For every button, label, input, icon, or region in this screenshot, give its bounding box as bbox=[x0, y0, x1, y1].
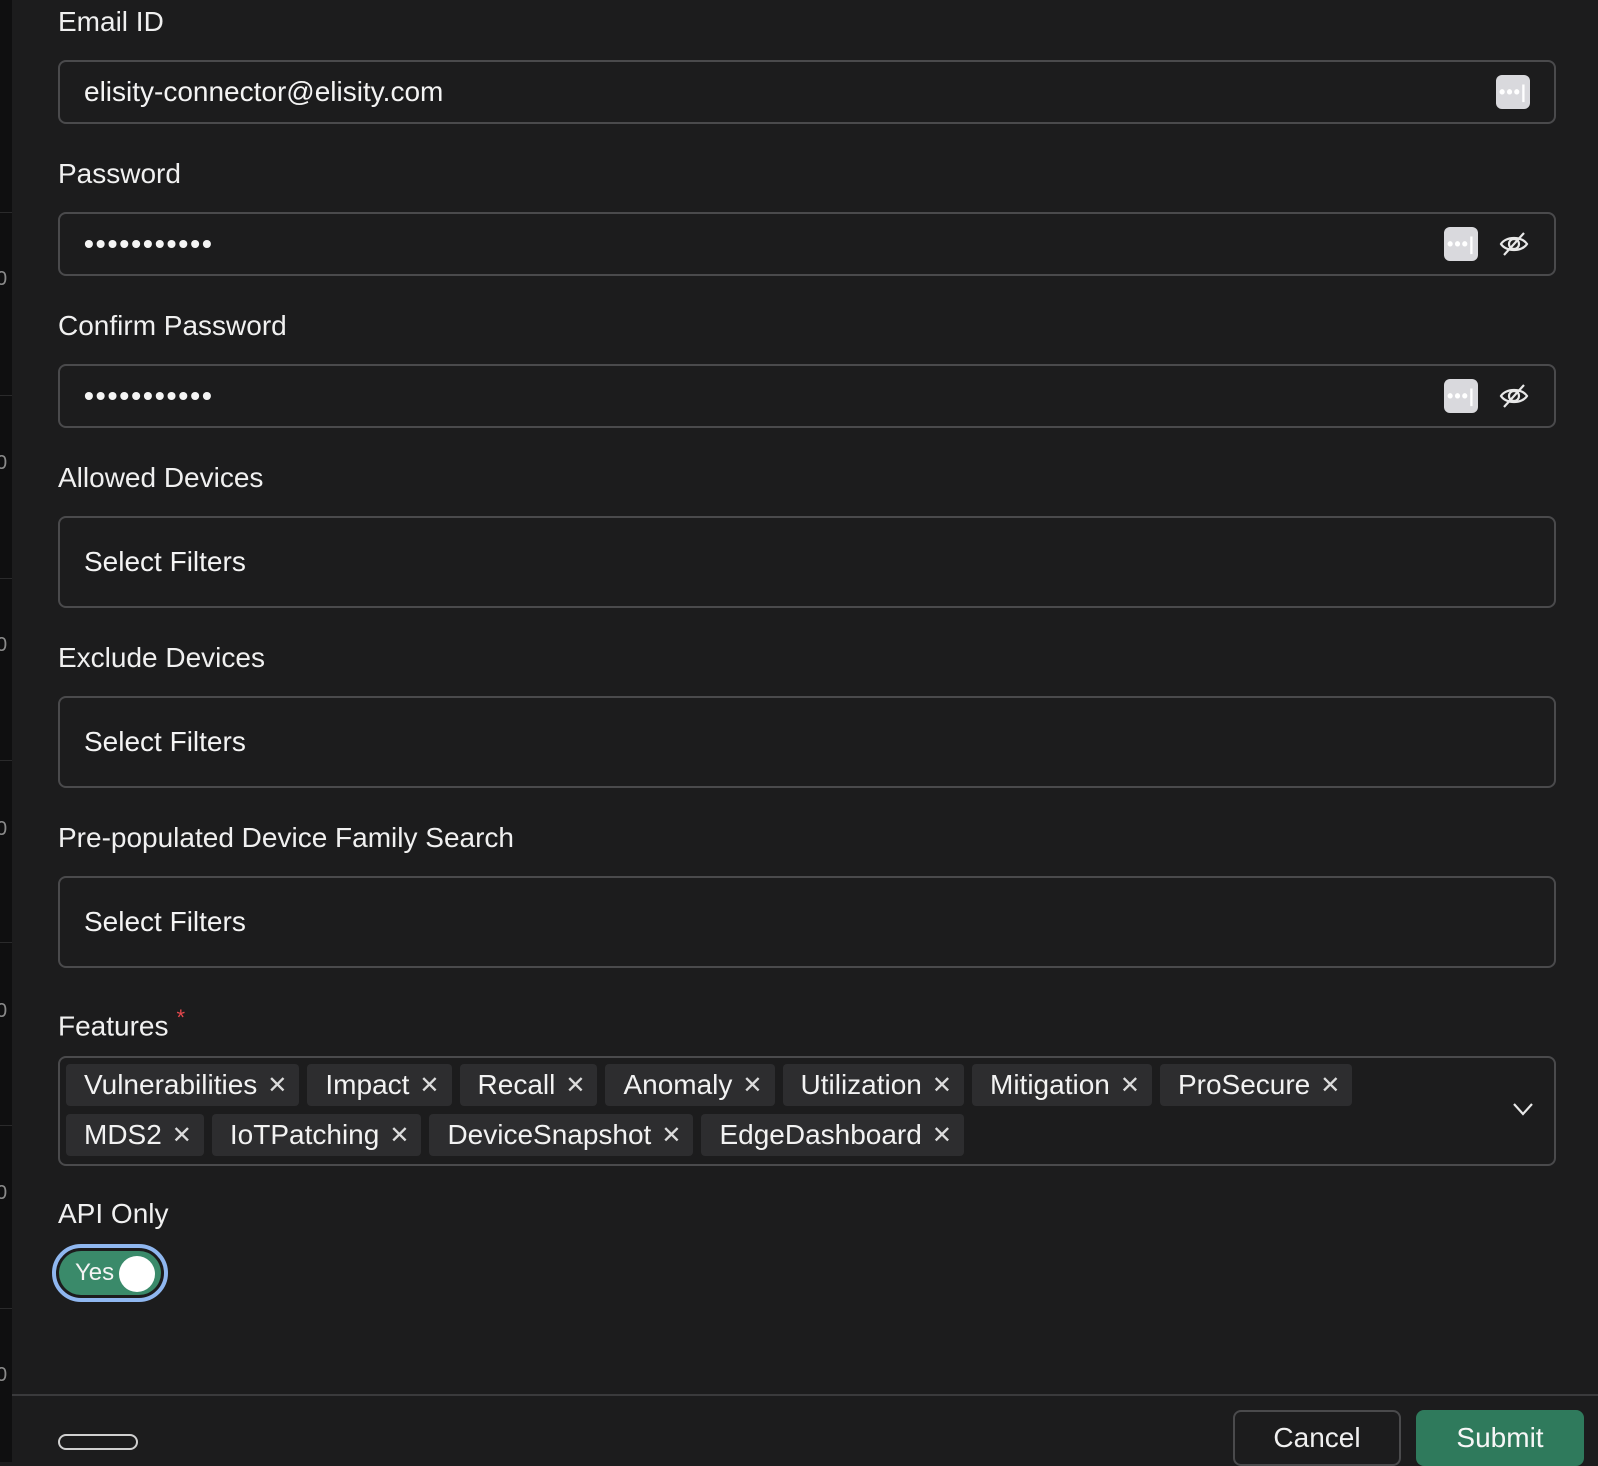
email-value: elisity-connector@elisity.com bbox=[84, 76, 1496, 108]
feature-tag: IoTPatching ✕ bbox=[212, 1114, 422, 1156]
api-only-toggle-focus-ring: Yes bbox=[52, 1244, 168, 1302]
chevron-down-icon[interactable] bbox=[1510, 1096, 1536, 1122]
email-field-group: Email ID elisity-connector@elisity.com •… bbox=[58, 4, 1556, 124]
features-label-text: Features bbox=[58, 1010, 169, 1041]
confirm-password-value: ••••••••••• bbox=[84, 380, 1444, 412]
confirm-password-label: Confirm Password bbox=[58, 308, 1556, 344]
eye-off-icon[interactable] bbox=[1498, 228, 1530, 260]
device-family-search-field-group: Pre-populated Device Family Search Selec… bbox=[58, 820, 1556, 968]
password-manager-icon[interactable]: •••| bbox=[1444, 379, 1478, 413]
background-digit: 0 bbox=[0, 1364, 7, 1387]
allowed-devices-field-group: Allowed Devices Select Filters bbox=[58, 460, 1556, 608]
close-icon[interactable]: ✕ bbox=[419, 1071, 439, 1100]
feature-tag: Vulnerabilities ✕ bbox=[66, 1064, 299, 1106]
confirm-password-input[interactable]: ••••••••••• •••| bbox=[58, 364, 1556, 428]
exclude-devices-field-group: Exclude Devices Select Filters bbox=[58, 640, 1556, 788]
features-field-group: Features* Vulnerabilities✕Impact✕Recall✕… bbox=[58, 1000, 1556, 1166]
exclude-devices-label: Exclude Devices bbox=[58, 640, 1556, 676]
background-digit: 0 bbox=[0, 818, 7, 841]
close-icon[interactable]: ✕ bbox=[932, 1071, 952, 1100]
confirm-password-field-group: Confirm Password ••••••••••• •••| bbox=[58, 308, 1556, 428]
feature-tag: Recall ✕ bbox=[460, 1064, 598, 1106]
divider bbox=[0, 395, 12, 396]
background-digit: 0 bbox=[0, 1000, 7, 1023]
device-family-search-select[interactable]: Select Filters bbox=[58, 876, 1556, 968]
divider bbox=[0, 578, 12, 579]
secondary-action-button[interactable] bbox=[58, 1434, 138, 1450]
feature-tag-label: MDS2 bbox=[84, 1119, 162, 1151]
close-icon[interactable]: ✕ bbox=[1120, 1071, 1140, 1100]
feature-tag-label: DeviceSnapshot bbox=[447, 1119, 651, 1151]
password-manager-icon[interactable]: •••| bbox=[1496, 75, 1530, 109]
feature-tag-label: IoTPatching bbox=[230, 1119, 379, 1151]
background-digit: 0 bbox=[0, 268, 7, 291]
eye-off-icon[interactable] bbox=[1498, 380, 1530, 412]
divider bbox=[0, 942, 12, 943]
cancel-button[interactable]: Cancel bbox=[1233, 1410, 1401, 1466]
required-marker: * bbox=[177, 1005, 186, 1030]
close-icon[interactable]: ✕ bbox=[932, 1121, 952, 1150]
background-page-edge: 0 0 0 0 0 0 0 bbox=[0, 0, 12, 1462]
close-icon[interactable]: ✕ bbox=[267, 1071, 287, 1100]
device-family-search-placeholder: Select Filters bbox=[84, 906, 1530, 938]
close-icon[interactable]: ✕ bbox=[389, 1121, 409, 1150]
device-family-search-label: Pre-populated Device Family Search bbox=[58, 820, 1556, 856]
features-tag-list: Vulnerabilities✕Impact✕Recall✕Anomaly✕Ut… bbox=[66, 1064, 1474, 1156]
feature-tag: Impact ✕ bbox=[307, 1064, 451, 1106]
feature-tag-label: Impact bbox=[325, 1069, 409, 1101]
exclude-devices-placeholder: Select Filters bbox=[84, 726, 1530, 758]
feature-tag: ProSecure ✕ bbox=[1160, 1064, 1352, 1106]
feature-tag: Utilization ✕ bbox=[783, 1064, 965, 1106]
close-icon[interactable]: ✕ bbox=[1320, 1071, 1340, 1100]
divider bbox=[0, 760, 12, 761]
background-digit: 0 bbox=[0, 634, 7, 657]
toggle-knob bbox=[119, 1256, 155, 1292]
feature-tag-label: Vulnerabilities bbox=[84, 1069, 257, 1101]
feature-tag: MDS2 ✕ bbox=[66, 1114, 204, 1156]
password-manager-icon[interactable]: •••| bbox=[1444, 227, 1478, 261]
feature-tag: Anomaly ✕ bbox=[605, 1064, 774, 1106]
close-icon[interactable]: ✕ bbox=[565, 1071, 585, 1100]
password-label: Password bbox=[58, 156, 1556, 192]
feature-tag: EdgeDashboard ✕ bbox=[701, 1114, 963, 1156]
email-label: Email ID bbox=[58, 4, 1556, 40]
background-digit: 0 bbox=[0, 452, 7, 475]
allowed-devices-label: Allowed Devices bbox=[58, 460, 1556, 496]
password-value: ••••••••••• bbox=[84, 228, 1444, 260]
api-only-toggle[interactable]: Yes bbox=[59, 1251, 161, 1295]
feature-tag-label: Anomaly bbox=[623, 1069, 732, 1101]
feature-tag: Mitigation ✕ bbox=[972, 1064, 1152, 1106]
features-label: Features* bbox=[58, 1000, 1556, 1036]
feature-tag-label: EdgeDashboard bbox=[719, 1119, 921, 1151]
feature-tag-label: ProSecure bbox=[1178, 1069, 1310, 1101]
features-multiselect[interactable]: Vulnerabilities✕Impact✕Recall✕Anomaly✕Ut… bbox=[58, 1056, 1556, 1166]
divider bbox=[0, 1308, 12, 1309]
password-field-group: Password ••••••••••• •••| bbox=[58, 156, 1556, 276]
toggle-label: Yes bbox=[75, 1259, 114, 1287]
feature-tag-label: Recall bbox=[478, 1069, 556, 1101]
divider bbox=[0, 212, 12, 213]
close-icon[interactable]: ✕ bbox=[742, 1071, 762, 1100]
exclude-devices-select[interactable]: Select Filters bbox=[58, 696, 1556, 788]
background-digit: 0 bbox=[0, 1182, 7, 1205]
close-icon[interactable]: ✕ bbox=[172, 1121, 192, 1150]
api-only-label: API Only bbox=[58, 1196, 1556, 1232]
allowed-devices-placeholder: Select Filters bbox=[84, 546, 1530, 578]
feature-tag: DeviceSnapshot ✕ bbox=[429, 1114, 693, 1156]
submit-button[interactable]: Submit bbox=[1416, 1410, 1584, 1466]
form-footer: Cancel Submit bbox=[12, 1394, 1598, 1462]
close-icon[interactable]: ✕ bbox=[661, 1121, 681, 1150]
feature-tag-label: Mitigation bbox=[990, 1069, 1110, 1101]
divider bbox=[0, 1125, 12, 1126]
password-input[interactable]: ••••••••••• •••| bbox=[58, 212, 1556, 276]
allowed-devices-select[interactable]: Select Filters bbox=[58, 516, 1556, 608]
feature-tag-label: Utilization bbox=[801, 1069, 922, 1101]
email-input[interactable]: elisity-connector@elisity.com •••| bbox=[58, 60, 1556, 124]
api-only-field-group: API Only Yes bbox=[58, 1196, 1556, 1302]
